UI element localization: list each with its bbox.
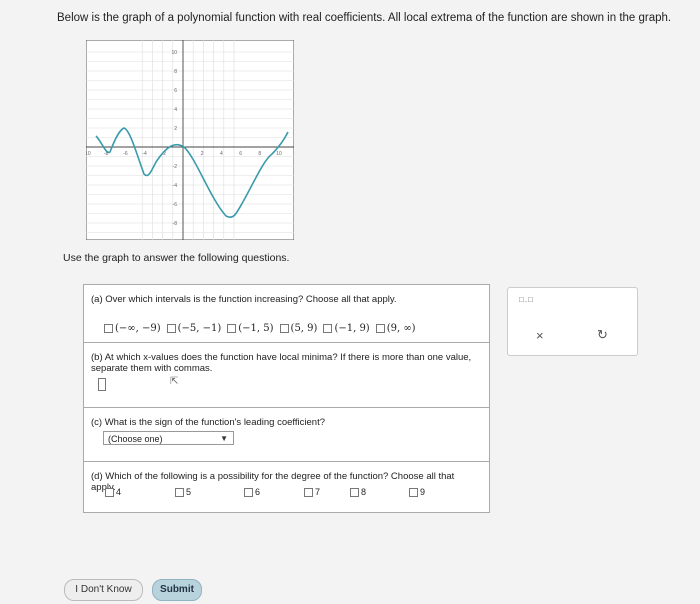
dont-know-button[interactable]: I Don't Know (64, 579, 143, 601)
checkbox-icon[interactable] (375, 324, 385, 333)
checkbox-icon[interactable] (323, 324, 333, 333)
instruction-text: Use the graph to answer the following qu… (63, 252, 290, 264)
interval-option[interactable]: (−5, −1) (166, 323, 222, 334)
x-tick-label: 2 (201, 151, 204, 157)
checkbox-icon[interactable] (304, 488, 313, 498)
question-b-text: (b) At which x-values does the function … (91, 352, 472, 374)
y-tick-label: 2 (174, 126, 177, 132)
answer-input[interactable] (98, 378, 106, 391)
polynomial-graph: 108642-2-4-6-8-10 -10-8-6-4-2246810 (86, 40, 294, 240)
interval-option[interactable]: (9, ∞) (375, 323, 416, 334)
question-c-text: (c) What is the sign of the function's l… (91, 417, 325, 428)
y-tick-label: -6 (173, 202, 178, 208)
question-a-text: (a) Over which intervals is the function… (91, 294, 397, 305)
degree-option-label: 5 (186, 487, 192, 497)
interval-option[interactable]: (5, 9) (279, 323, 318, 334)
dropdown-arrow-icon: ▼ (220, 434, 228, 443)
checkbox-icon[interactable] (104, 324, 113, 333)
x-tick-label: 10 (276, 151, 282, 157)
interval-option[interactable]: (−1, 9) (323, 323, 370, 334)
degree-option-label: 9 (420, 487, 426, 497)
y-tick-label: 4 (174, 107, 177, 113)
interval-option-label: (−∞, −9) (115, 323, 161, 334)
checkbox-icon[interactable] (175, 488, 184, 498)
x-tick-label: -6 (123, 151, 128, 157)
clear-button[interactable]: × (536, 328, 544, 343)
formula-tools-icon[interactable]: □.□ (519, 295, 534, 304)
interval-option[interactable]: (−1, 5) (227, 323, 274, 334)
y-tick-label: -4 (173, 183, 178, 189)
degree-option[interactable]: 8 (350, 487, 367, 498)
checkbox-icon[interactable] (279, 324, 289, 333)
interval-option-label: (−5, −1) (177, 323, 222, 334)
checkbox-icon[interactable] (409, 488, 418, 498)
x-tick-label: 6 (239, 151, 242, 157)
degree-option-label: 8 (361, 487, 367, 497)
y-tick-label: -8 (173, 221, 178, 227)
sign-select-value: (Choose one) (108, 434, 163, 444)
side-panel: □.□ × ↻ (507, 287, 638, 356)
y-tick-label: 6 (174, 88, 177, 94)
degree-option-label: 4 (116, 487, 122, 497)
interval-option-label: (5, 9) (290, 323, 318, 334)
degree-option[interactable]: 9 (409, 487, 426, 498)
degree-option-label: 7 (315, 487, 321, 497)
question-c: (c) What is the sign of the function's l… (83, 407, 490, 462)
degree-option[interactable]: 5 (175, 487, 192, 498)
problem-intro: Below is the graph of a polynomial funct… (57, 12, 672, 24)
question-a: (a) Over which intervals is the function… (83, 284, 490, 343)
interval-option-label: (9, ∞) (386, 323, 416, 334)
y-tick-label: -2 (173, 164, 178, 170)
sign-select[interactable]: (Choose one) ▼ (103, 431, 234, 445)
checkbox-icon[interactable] (244, 488, 253, 498)
question-b: (b) At which x-values does the function … (83, 342, 490, 408)
interval-option-label: (−1, 9) (334, 323, 370, 334)
x-tick-label: 8 (258, 151, 261, 157)
degree-option[interactable]: 4 (105, 487, 122, 498)
question-a-options: (−∞, −9) (−5, −1) (−1, 5) (5, 9) (−1, 9) (9, … (104, 323, 416, 334)
degree-option-label: 6 (255, 487, 261, 497)
y-tick-label: 8 (174, 69, 177, 75)
degree-option[interactable]: 7 (304, 487, 321, 498)
x-tick-label: -10 (86, 151, 91, 157)
interval-option[interactable]: (−∞, −9) (104, 323, 161, 334)
interval-option-label: (−1, 5) (238, 323, 274, 334)
checkbox-icon[interactable] (350, 488, 359, 498)
degree-option[interactable]: 6 (244, 487, 261, 498)
y-tick-label: 10 (171, 50, 177, 56)
checkbox-icon[interactable] (166, 324, 176, 333)
mouse-cursor-icon: ⇱ (170, 376, 179, 387)
checkbox-icon[interactable] (105, 488, 114, 498)
x-tick-label: -4 (142, 151, 147, 157)
submit-button[interactable]: Submit (152, 579, 202, 601)
x-tick-label: 4 (220, 151, 223, 157)
undo-button[interactable]: ↻ (597, 327, 608, 343)
checkbox-icon[interactable] (227, 324, 237, 333)
question-d: (d) Which of the following is a possibil… (83, 461, 490, 513)
